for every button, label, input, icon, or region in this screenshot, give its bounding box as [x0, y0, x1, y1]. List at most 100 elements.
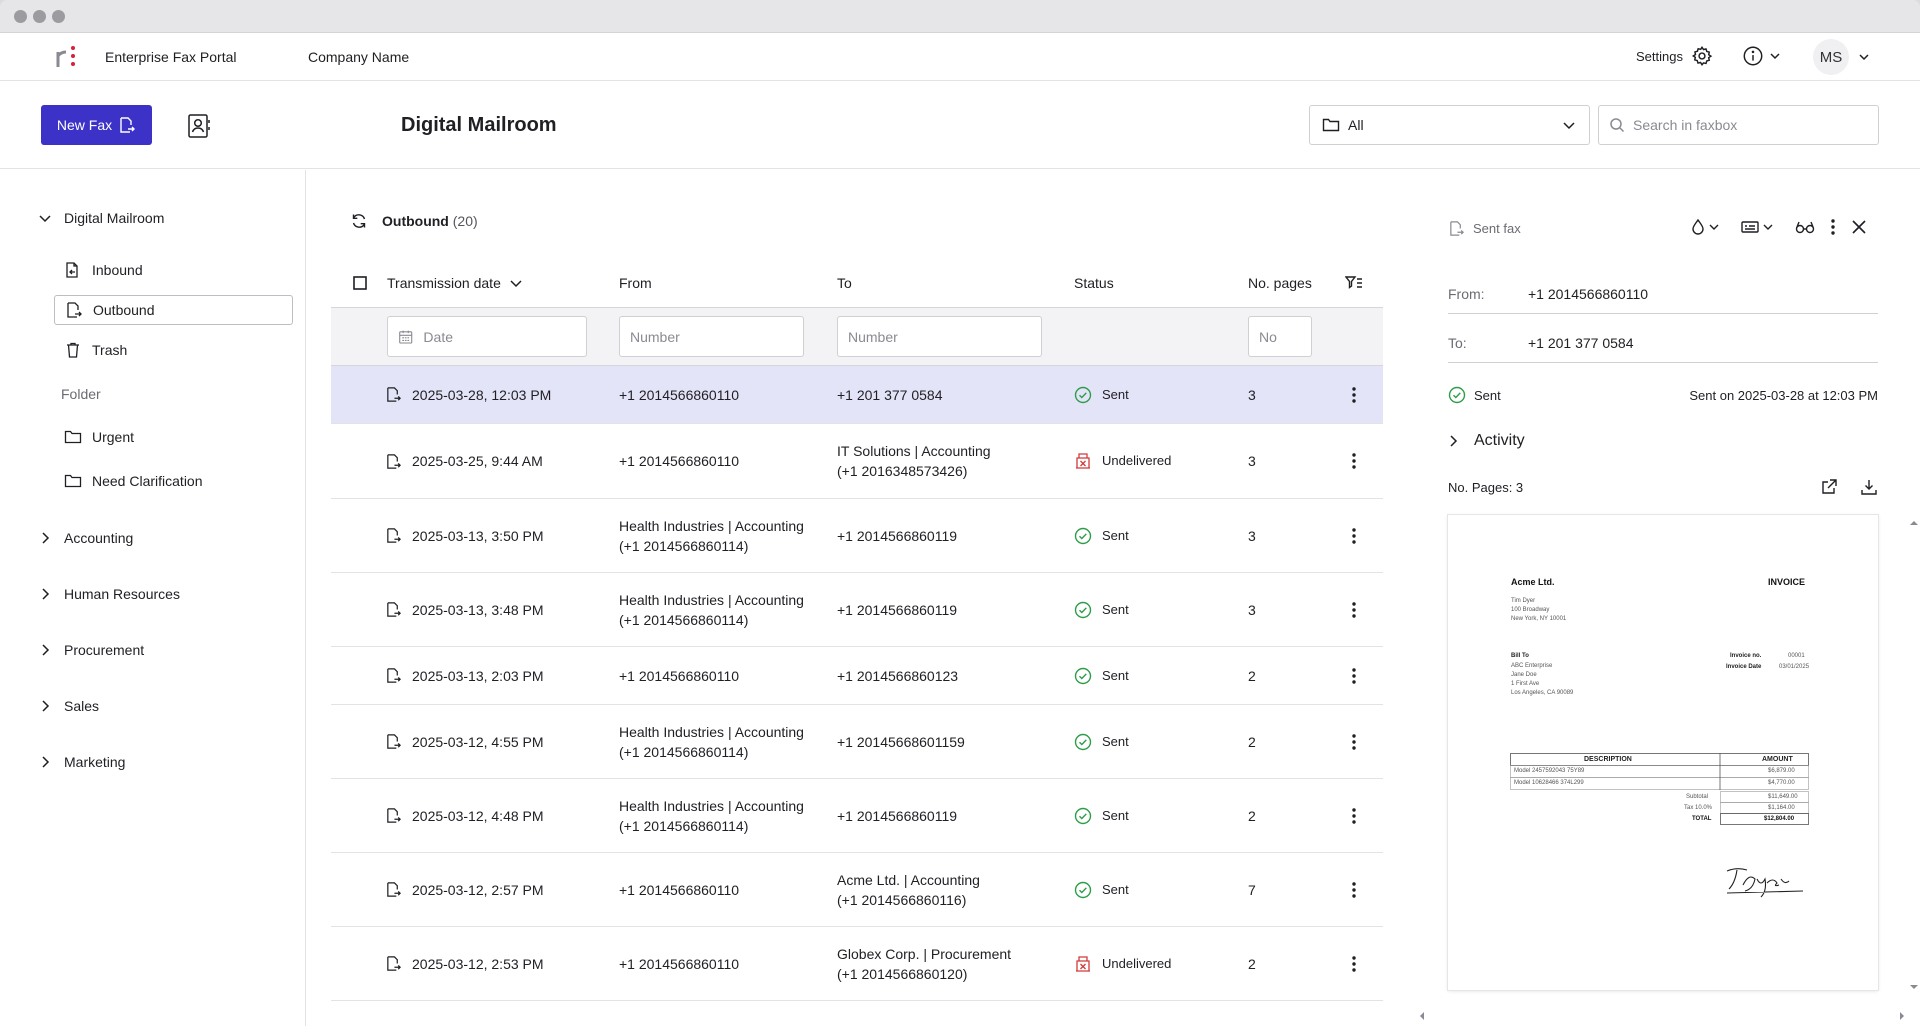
sidebar-item-label: Trash	[92, 342, 128, 358]
activity-toggle[interactable]: Activity	[1448, 432, 1525, 450]
download-icon[interactable]	[1860, 478, 1878, 496]
search-input[interactable]	[1633, 117, 1863, 133]
sidebar-item-label: Inbound	[92, 262, 143, 278]
row-more-button[interactable]	[1351, 424, 1357, 498]
chevron-right-icon	[1450, 435, 1458, 447]
user-menu-button[interactable]: MS	[1813, 39, 1871, 75]
table-row[interactable]: 2025-03-28, 12:03 PM +1 2014566860110 +1 2…	[331, 366, 1383, 424]
more-vertical-icon	[1352, 453, 1356, 469]
contacts-icon[interactable]	[186, 113, 212, 139]
row-pages-cell: 2	[1248, 667, 1256, 684]
sidebar-group-human-resources[interactable]: Human Resources	[38, 586, 180, 602]
sidebar-item-trash[interactable]: Trash	[54, 335, 293, 365]
invoice-total-label: TOTAL	[1692, 816, 1712, 822]
preview-vertical-scrollbar[interactable]	[1908, 515, 1920, 995]
from-filter-input[interactable]	[630, 328, 793, 345]
folder-icon	[64, 474, 82, 488]
table-row[interactable]: 2025-03-13, 3:50 PM Health Industries | A…	[331, 499, 1383, 573]
window-maximize-dot[interactable]	[52, 9, 65, 23]
settings-button[interactable]: Settings	[1636, 45, 1713, 67]
glasses-icon[interactable]	[1794, 219, 1816, 235]
select-all-checkbox[interactable]	[353, 258, 367, 308]
row-pages-cell: 3	[1248, 601, 1256, 618]
check-circle-icon	[1074, 881, 1092, 898]
check-circle-icon	[1074, 527, 1092, 544]
row-from-cell: Health Industries | Accounting (+1 201456…	[619, 591, 804, 628]
row-to-cell: +1 20145668601159	[837, 733, 965, 750]
open-external-icon[interactable]	[1820, 478, 1838, 496]
row-more-button[interactable]	[1351, 853, 1357, 926]
settings-label: Settings	[1636, 48, 1683, 64]
to-filter	[837, 316, 1042, 357]
row-more-button[interactable]	[1351, 647, 1357, 704]
company-name: Company Name	[308, 49, 410, 65]
window-minimize-dot[interactable]	[33, 9, 46, 23]
sidebar-group-sales[interactable]: Sales	[38, 698, 99, 714]
sidebar-item-outbound[interactable]: Outbound	[54, 295, 293, 325]
row-date-cell: 2025-03-13, 2:03 PM	[385, 647, 544, 704]
new-fax-button[interactable]: New Fax	[41, 105, 152, 145]
fax-preview[interactable]: Acme Ltd. INVOICE Tim Dyer 100 Broadway …	[1448, 515, 1878, 990]
outbound-fax-icon	[387, 956, 401, 971]
sidebar-group-marketing[interactable]: Marketing	[38, 754, 125, 770]
table-row[interactable]: 2025-03-12, 4:48 PM Health Industries | A…	[331, 779, 1383, 853]
to-filter-input[interactable]	[848, 328, 1031, 345]
date-filter-input[interactable]	[423, 328, 576, 345]
pages-filter	[1248, 316, 1312, 357]
sidebar-folder-urgent[interactable]: Urgent	[54, 422, 293, 452]
outbound-fax-icon	[1450, 221, 1464, 236]
row-from-cell: +1 2014566860110	[619, 881, 740, 898]
detail-kind: Sent fax	[1473, 221, 1521, 236]
more-vertical-icon[interactable]	[1830, 218, 1836, 236]
sidebar-folder-need-clarification[interactable]: Need Clarification	[54, 466, 293, 496]
invoice-subtotal-label: Subtotal	[1686, 794, 1709, 800]
table-row[interactable]: 2025-03-12, 2:53 PM +1 2014566860110 Globe…	[331, 927, 1383, 1001]
chevron-down-icon	[1763, 224, 1773, 230]
close-icon[interactable]	[1850, 218, 1868, 236]
row-more-button[interactable]	[1351, 573, 1357, 646]
activity-label: Activity	[1474, 432, 1525, 449]
preview-horizontal-scrollbar[interactable]	[1416, 1010, 1908, 1022]
table-row[interactable]: 2025-03-12, 4:55 PM Health Industries | A…	[331, 705, 1383, 779]
sidebar-group-label: Accounting	[64, 530, 134, 546]
stamp-menu-button[interactable]	[1740, 219, 1774, 235]
column-filter-button[interactable]	[1345, 258, 1363, 308]
table-row[interactable]: 2025-03-13, 2:03 PM +1 2014566860110 +1 20…	[331, 647, 1383, 705]
detail-from-label: From:	[1448, 285, 1485, 302]
app-window: Enterprise Fax Portal Company Name Setti…	[0, 0, 1920, 1026]
sidebar-group-accounting[interactable]: Accounting	[38, 530, 133, 546]
sidebar-group-procurement[interactable]: Procurement	[38, 642, 144, 658]
row-from-cell: Health Industries | Accounting (+1 201456…	[619, 723, 804, 760]
row-to-cell: +1 201 377 0584	[837, 386, 943, 403]
row-more-button[interactable]	[1351, 705, 1357, 778]
outbound-fax-icon	[387, 528, 401, 543]
brand-logo-icon[interactable]	[52, 43, 80, 71]
refresh-icon[interactable]	[350, 212, 368, 230]
row-more-button[interactable]	[1351, 366, 1357, 423]
row-more-button[interactable]	[1351, 927, 1357, 1000]
column-header-date[interactable]: Transmission date	[387, 258, 523, 308]
detail-pages-row: No. Pages: 3	[1448, 478, 1878, 496]
detail-to-row: To: +1 201 377 0584	[1448, 323, 1878, 363]
send-fax-icon	[120, 117, 136, 133]
sidebar-item-label: Urgent	[92, 429, 135, 445]
folder-filter-select[interactable]: All	[1309, 105, 1590, 145]
invoice-col-amount: AMOUNT	[1762, 756, 1793, 763]
sidebar-group-digital-mailroom[interactable]: Digital Mailroom	[38, 210, 164, 226]
table-row[interactable]: 2025-03-12, 2:57 PM +1 2014566860110 Acme …	[331, 853, 1383, 927]
table-row[interactable]: 2025-03-25, 9:44 AM +1 2014566860110 IT So…	[331, 424, 1383, 499]
row-from-cell: +1 2014566860110	[619, 386, 740, 403]
status-badge: Sent	[1074, 499, 1129, 572]
color-menu-button[interactable]	[1690, 218, 1720, 236]
folder-icon	[1322, 118, 1340, 132]
row-more-button[interactable]	[1351, 499, 1357, 572]
sidebar-item-inbound[interactable]: Inbound	[54, 255, 293, 285]
table-row[interactable]: 2025-03-13, 3:48 PM Health Industries | A…	[331, 573, 1383, 647]
row-more-button[interactable]	[1351, 779, 1357, 852]
help-menu-button[interactable]	[1742, 45, 1782, 67]
row-to-cell: Acme Ltd. | Accounting (+1 2014566860116)	[837, 871, 980, 908]
window-close-dot[interactable]	[14, 9, 27, 23]
pages-filter-input[interactable]	[1259, 328, 1301, 345]
row-pages-cell: 7	[1248, 881, 1256, 898]
row-pages-cell: 2	[1248, 807, 1256, 824]
